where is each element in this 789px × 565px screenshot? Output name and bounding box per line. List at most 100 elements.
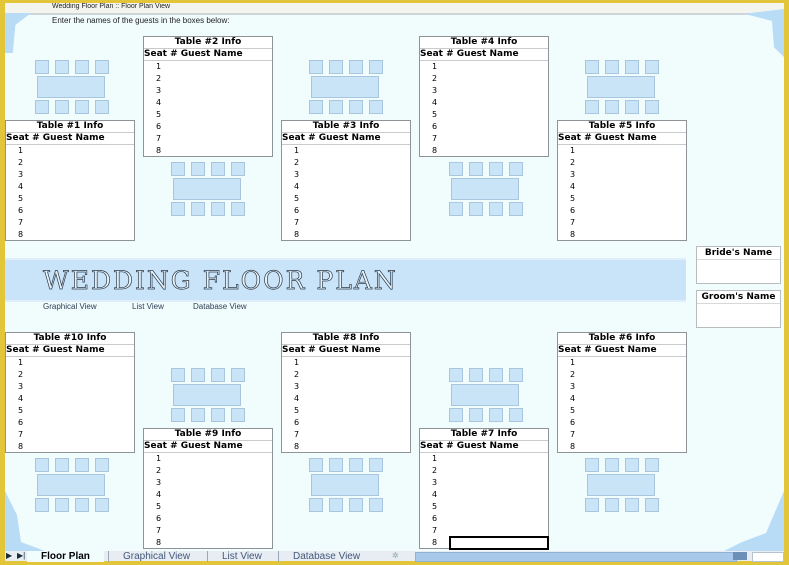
guest-name-cell[interactable] [588,169,686,181]
guest-name-cell[interactable] [312,169,410,181]
guest-name-cell[interactable] [312,405,410,417]
guest-name-cell[interactable] [450,85,548,97]
guest-name-cell[interactable] [450,61,548,73]
guest-name-cell[interactable] [174,489,272,501]
guest-name-cell[interactable] [450,465,548,477]
guest-name-cell[interactable] [174,61,272,73]
guest-name-cell[interactable] [312,393,410,405]
guest-name-cell[interactable] [450,97,548,109]
guest-name-cell[interactable] [450,145,548,157]
guest-name-cell[interactable] [174,97,272,109]
guest-name-cell[interactable] [450,489,548,501]
database-view-link[interactable]: Database View [193,302,247,311]
last-sheet-icon[interactable]: ▶| [17,551,25,560]
guest-name-cell[interactable] [588,441,686,453]
guest-name-cell[interactable] [312,429,410,441]
guest-name-cell[interactable] [174,513,272,525]
guest-name-cell[interactable] [588,429,686,441]
guest-name-cell[interactable] [588,157,686,169]
guest-name-cell[interactable] [174,501,272,513]
guest-name-cell[interactable] [36,193,134,205]
guest-name-cell[interactable] [312,205,410,217]
seat-number: 2 [294,370,300,379]
guest-name-cell[interactable] [174,477,272,489]
guest-name-cell[interactable] [36,441,134,453]
guest-name-cell[interactable] [312,381,410,393]
guest-name-cell[interactable] [312,417,410,429]
bride-name-field[interactable] [697,260,780,283]
guest-name-cell[interactable] [588,193,686,205]
guest-name-cell[interactable] [588,205,686,217]
guest-name-cell[interactable] [174,537,272,549]
guest-name-cell[interactable] [588,229,686,241]
guest-name-cell[interactable] [174,73,272,85]
guest-name-cell[interactable] [312,357,410,369]
guest-name-cell[interactable] [174,121,272,133]
guest-name-cell[interactable] [450,121,548,133]
guest-name-cell[interactable] [312,157,410,169]
tab-list-view[interactable]: List View [207,551,276,562]
guest-name-cell[interactable] [312,217,410,229]
guest-name-cell[interactable] [312,229,410,241]
guest-name-cell[interactable] [312,193,410,205]
guest-name-cell[interactable] [36,157,134,169]
guest-name-cell[interactable] [450,501,548,513]
guest-name-cell[interactable] [588,145,686,157]
guest-name-cell[interactable] [174,465,272,477]
seat-row: 1 [420,453,548,465]
guest-name-cell[interactable] [36,381,134,393]
scroll-track-end[interactable] [752,552,784,562]
guest-name-cell[interactable] [174,133,272,145]
guest-name-cell[interactable] [36,417,134,429]
seat-guest-header: Seat # Guest Name [144,49,272,61]
guest-name-cell[interactable] [450,525,548,537]
guest-name-cell[interactable] [450,109,548,121]
guest-name-cell[interactable] [588,217,686,229]
guest-name-cell[interactable] [449,536,549,550]
guest-name-cell[interactable] [450,477,548,489]
guest-name-cell[interactable] [174,453,272,465]
guest-name-cell[interactable] [450,73,548,85]
guest-name-cell[interactable] [36,357,134,369]
horizontal-scrollbar[interactable] [415,552,737,562]
guest-name-cell[interactable] [312,145,410,157]
guest-name-cell[interactable] [174,525,272,537]
guest-name-cell[interactable] [36,145,134,157]
guest-name-cell[interactable] [36,369,134,381]
seat-guest-header: Seat # Guest Name [558,345,686,357]
guest-name-cell[interactable] [588,181,686,193]
seat-row: 2 [420,73,548,85]
tab-graphical-view[interactable]: Graphical View [108,551,204,562]
guest-name-cell[interactable] [450,133,548,145]
next-sheet-icon[interactable]: ▶ [6,551,12,560]
guest-name-cell[interactable] [312,441,410,453]
guest-name-cell[interactable] [36,429,134,441]
list-view-link[interactable]: List View [132,302,164,311]
guest-name-cell[interactable] [36,181,134,193]
guest-name-cell[interactable] [36,393,134,405]
scroll-left-button[interactable] [733,552,747,560]
guest-name-cell[interactable] [174,145,272,157]
guest-name-cell[interactable] [450,513,548,525]
guest-name-cell[interactable] [588,369,686,381]
graphical-view-link[interactable]: Graphical View [43,302,97,311]
guest-name-cell[interactable] [588,393,686,405]
guest-name-cell[interactable] [174,85,272,97]
tab-floor-plan[interactable]: Floor Plan [27,551,104,562]
guest-name-cell[interactable] [588,417,686,429]
new-sheet-icon[interactable]: ✲ [392,551,399,560]
guest-name-cell[interactable] [588,405,686,417]
groom-name-field[interactable] [697,304,780,327]
guest-name-cell[interactable] [36,205,134,217]
guest-name-cell[interactable] [36,169,134,181]
guest-name-cell[interactable] [36,229,134,241]
guest-name-cell[interactable] [312,181,410,193]
guest-name-cell[interactable] [588,357,686,369]
guest-name-cell[interactable] [36,217,134,229]
guest-name-cell[interactable] [174,109,272,121]
guest-name-cell[interactable] [450,453,548,465]
guest-name-cell[interactable] [588,381,686,393]
guest-name-cell[interactable] [36,405,134,417]
guest-name-cell[interactable] [312,369,410,381]
tab-database-view[interactable]: Database View [278,551,374,562]
